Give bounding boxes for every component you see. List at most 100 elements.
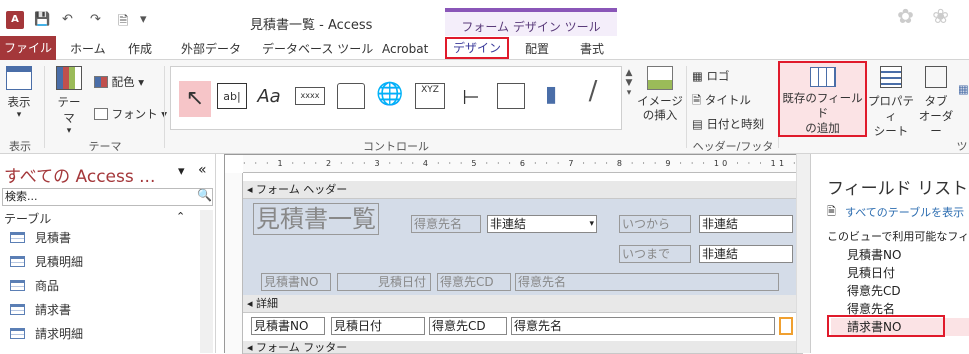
option-group-icon[interactable]: XYZ <box>415 83 445 109</box>
tab-order-button[interactable]: タブ オーダー <box>914 66 958 139</box>
detail-section-bar[interactable]: ◂ 詳細 <box>243 295 803 313</box>
image-icon <box>647 66 673 90</box>
detail-field-tokuisaki-name[interactable]: 得意先名 <box>511 317 775 335</box>
nav-menu-dropdown-icon[interactable]: ▾ <box>178 164 185 179</box>
group-divider <box>44 66 45 148</box>
line-control-icon[interactable]: ∕ <box>579 77 607 105</box>
tab-arrange[interactable]: 配置 <box>525 39 549 59</box>
form-header-section-bar[interactable]: ◂ フォーム ヘッダー <box>243 181 803 199</box>
save-icon[interactable]: 💾 <box>34 12 50 27</box>
search-icon[interactable]: 🔍 <box>197 188 212 202</box>
button-control-icon[interactable]: xxxx <box>295 87 325 105</box>
tab-control-icon[interactable] <box>337 83 365 109</box>
textbox-control-icon[interactable]: ab| <box>217 83 247 109</box>
new-document-icon[interactable]: 🗎 <box>118 12 128 34</box>
header-col-tokuisaki-cd[interactable]: 得意先CD <box>437 273 511 291</box>
field-list-item[interactable]: 見積書NO <box>847 246 901 264</box>
chart-control-icon[interactable]: ▮ <box>537 81 565 109</box>
form-footer-section-bar[interactable]: ◂ フォーム フッター <box>243 341 803 354</box>
group-divider <box>164 66 165 148</box>
undo-icon[interactable]: ↶ <box>62 12 73 27</box>
tab-database-tools[interactable]: データベース ツール <box>262 39 373 59</box>
detail-section[interactable]: 見積書NO 見積日付 得意先CD 得意先名 <box>243 313 803 339</box>
header-col-tokuisaki-name[interactable]: 得意先名 <box>515 273 779 291</box>
nav-item-label: 商品 <box>35 279 60 293</box>
property-sheet-button[interactable]: プロパティ シート <box>868 66 914 139</box>
view-button[interactable]: 表示 ▾ <box>4 66 34 120</box>
page-break-icon[interactable]: ⊢ <box>457 83 485 111</box>
from-date-textbox[interactable]: 非連結 <box>699 215 793 233</box>
form-footer-label: フォーム フッター <box>256 341 348 354</box>
calendar-icon: ▤ <box>692 117 703 131</box>
tab-home[interactable]: ホーム <box>70 39 106 59</box>
from-date-label[interactable]: いつから <box>619 215 691 233</box>
tab-format[interactable]: 書式 <box>580 39 604 59</box>
theme-button[interactable]: テーマ ▾ <box>52 66 86 136</box>
nav-item-table[interactable]: 請求明細 <box>10 323 83 345</box>
to-date-textbox[interactable]: 非連結 <box>699 245 793 263</box>
detail-field-tokuisaki-cd[interactable]: 得意先CD <box>429 317 507 335</box>
form-header-label: フォーム ヘッダー <box>256 183 348 196</box>
nav-pane-title[interactable]: すべての Access ... <box>4 162 155 187</box>
color-button[interactable]: 配色 ▾ <box>94 74 144 90</box>
combo-box-icon[interactable] <box>497 83 525 109</box>
nav-item-table[interactable]: 商品 <box>10 275 59 297</box>
logo-button[interactable]: ▦ ロゴ <box>692 68 730 84</box>
horizontal-ruler: · · · 1 · · · 2 · · · 3 · · · 4 · · · 5 … <box>243 155 803 173</box>
collapse-pane-icon[interactable]: « <box>198 162 207 178</box>
combo-value: 非連結 <box>490 217 527 231</box>
font-button[interactable]: フォント ▾ <box>94 106 167 122</box>
nav-search-input[interactable]: 検索... <box>2 188 213 206</box>
nav-section-tables[interactable]: テーブル <box>4 210 51 227</box>
show-all-tables-link[interactable]: すべてのテーブルを表示 <box>845 204 964 220</box>
tab-design[interactable]: デザイン <box>445 37 510 59</box>
hyperlink-control-icon[interactable]: 🌐 <box>375 81 403 109</box>
datetime-button[interactable]: ▤ 日付と時刻 <box>692 116 764 132</box>
qat-dropdown-icon[interactable]: ▾ <box>140 12 147 27</box>
nav-item-table[interactable]: 見積明細 <box>10 251 83 273</box>
header-col-mitsumori-date[interactable]: 見積日付 <box>337 273 431 291</box>
group-label-controls: コントロール <box>363 140 429 153</box>
tab-acrobat[interactable]: Acrobat <box>382 39 428 59</box>
tab-create[interactable]: 作成 <box>128 39 152 59</box>
tab-file[interactable]: ファイル <box>0 36 56 60</box>
tokuisaki-combo[interactable]: 非連結 ▾ <box>487 215 597 233</box>
combo-dropdown-icon[interactable]: ▾ <box>589 216 594 232</box>
field-list-item[interactable]: 見積日付 <box>847 264 895 282</box>
nav-item-table[interactable]: 請求書 <box>10 299 71 321</box>
view-icon <box>6 66 32 90</box>
more-tools-icon[interactable]: ▦ <box>958 82 969 96</box>
resize-handle[interactable] <box>779 317 793 335</box>
tokuisaki-label[interactable]: 得意先名 <box>411 215 481 233</box>
to-date-label[interactable]: いつまで <box>619 245 691 263</box>
title-button[interactable]: 🗎 タイトル <box>692 92 751 112</box>
select-pointer-icon[interactable]: ↖ <box>179 81 211 117</box>
tab-external-data[interactable]: 外部データ <box>181 39 241 59</box>
controls-scroll-icon[interactable]: ▲ ▼ ▾ <box>624 68 634 98</box>
nav-scrollbar[interactable] <box>200 210 213 353</box>
redo-icon[interactable]: ↷ <box>90 12 101 27</box>
field-list-item[interactable]: 得意先CD <box>847 282 901 300</box>
show-all-tables-icon: 🗎 <box>827 205 836 218</box>
header-col-mitsumori-no[interactable]: 見積書NO <box>261 273 331 291</box>
title-icon: 🗎 <box>692 93 702 107</box>
design-vertical-scrollbar[interactable] <box>796 154 810 353</box>
navigation-pane: すべての Access ... ▾ « 検索... 🔍 テーブル ⌃ 見積書 見… <box>0 154 216 353</box>
section-collapse-icon[interactable]: ⌃ <box>176 210 185 223</box>
form-header-section[interactable]: 見積書一覧 得意先名 非連結 ▾ いつから 非連結 いつまで 非連結 見積書NO … <box>243 199 803 295</box>
ribbon: 表示 ▾ 表示 テーマ ▾ 配色 ▾ フォント ▾ テーマ ↖ ab| Aa x… <box>0 60 969 169</box>
ribbon-tab-bar: ファイル ホーム 作成 外部データ データベース ツール Acrobat デザイ… <box>0 36 969 60</box>
nav-item-label: 見積書 <box>35 231 72 245</box>
label-control-icon[interactable]: Aa <box>255 83 283 111</box>
group-label-theme: テーマ <box>88 140 122 153</box>
detail-field-mitsumori-date[interactable]: 見積日付 <box>331 317 425 335</box>
form-title-label[interactable]: 見積書一覧 <box>253 203 379 235</box>
nav-item-table[interactable]: 見積書 <box>10 227 71 249</box>
selected-field-highlight <box>827 315 945 337</box>
table-icon <box>10 280 25 291</box>
form-design-view: · · · 1 · · · 2 · · · 3 · · · 4 · · · 5 … <box>216 154 810 354</box>
insert-image-button[interactable]: イメージ の挿入 <box>636 66 684 122</box>
datetime-label: 日付と時刻 <box>706 117 765 131</box>
detail-field-mitsumori-no[interactable]: 見積書NO <box>251 317 325 335</box>
tab-order-label: タブ オーダー <box>918 94 954 138</box>
